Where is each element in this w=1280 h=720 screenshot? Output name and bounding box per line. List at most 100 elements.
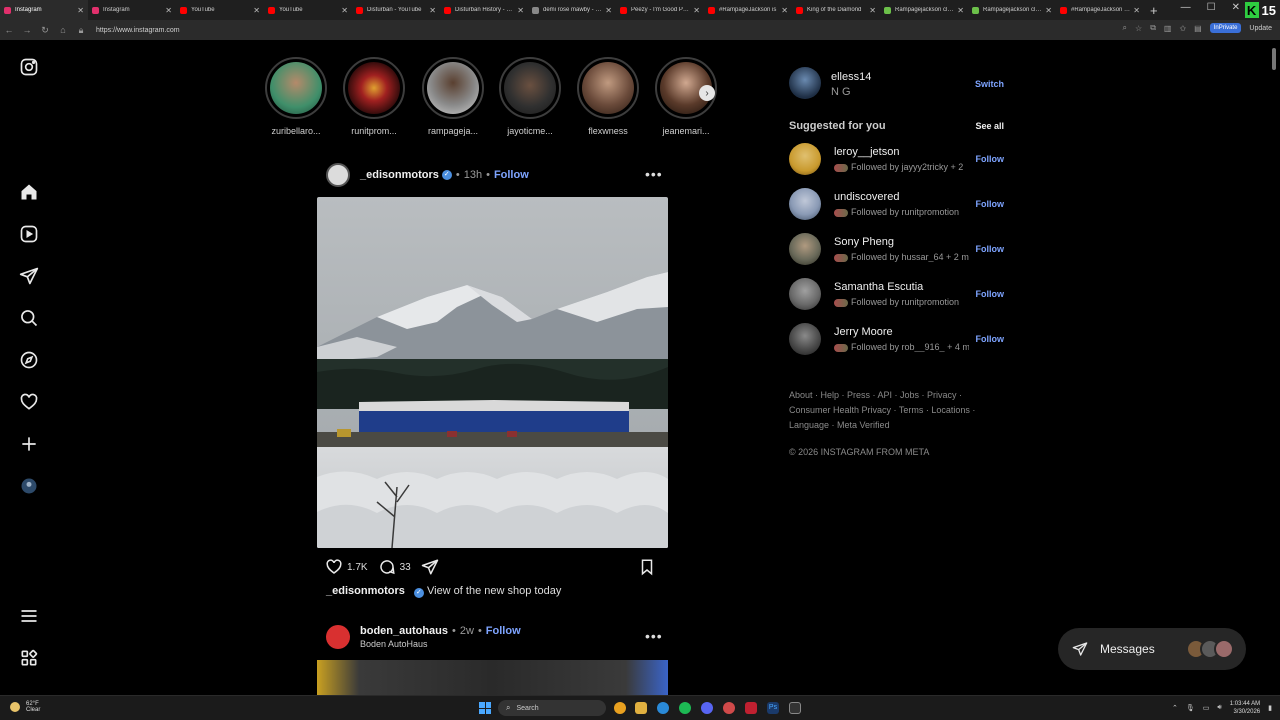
follow-button[interactable]: Follow [494, 169, 529, 181]
post-image[interactable] [317, 660, 668, 695]
minimize-icon[interactable]: — [1181, 2, 1191, 13]
browser-tab[interactable]: Rampagejackson clips ✕ [968, 0, 1056, 20]
spotify-icon[interactable] [679, 702, 691, 714]
post-author-avatar[interactable] [326, 625, 350, 649]
instagram-logo-icon[interactable] [19, 57, 39, 77]
tab-close-icon[interactable]: ✕ [1045, 6, 1052, 15]
suggested-user-avatar[interactable] [789, 323, 821, 355]
tab-close-icon[interactable]: ✕ [341, 6, 348, 15]
discord-icon[interactable] [701, 702, 713, 714]
microphone-icon[interactable]: 🎙︎ [1186, 704, 1195, 712]
explore-compass-icon[interactable] [19, 350, 39, 370]
chrome-icon[interactable] [614, 702, 626, 714]
post-more-options-icon[interactable]: ••• [645, 166, 663, 182]
network-icon[interactable]: ▭ [1203, 704, 1210, 712]
tab-close-icon[interactable]: ✕ [253, 6, 260, 15]
favorite-star-icon[interactable]: ☆ [1135, 24, 1142, 33]
home-nav-icon[interactable] [19, 182, 39, 202]
see-all-button[interactable]: See all [975, 121, 1004, 131]
suggested-username[interactable]: Jerry Moore [834, 326, 893, 338]
messages-button[interactable]: Messages [1058, 628, 1246, 670]
reels-icon[interactable] [19, 224, 39, 244]
save-bookmark-icon[interactable] [638, 558, 660, 579]
tab-close-icon[interactable]: ✕ [781, 6, 788, 15]
browser-tab[interactable]: Instagram ✕ [0, 0, 88, 20]
follow-button[interactable]: Follow [976, 334, 1005, 344]
back-icon[interactable]: ← [0, 25, 18, 35]
browser-tab[interactable]: #RampageJackson Me ✕ [1056, 0, 1144, 20]
notifications-icon[interactable]: ▮ [1268, 704, 1272, 712]
browser-tab[interactable]: Disturban History - YouTube✕ [440, 0, 528, 20]
tab-close-icon[interactable]: ✕ [77, 6, 84, 15]
suggested-user-avatar[interactable] [789, 143, 821, 175]
suggested-username[interactable]: undiscovered [834, 191, 899, 203]
like-button[interactable]: 1.7K [325, 558, 368, 576]
collections-icon[interactable]: ▤ [1194, 24, 1202, 33]
system-clock[interactable]: 1:03:44 AM 3/30/2026 [1230, 700, 1260, 716]
tab-close-icon[interactable]: ✕ [517, 6, 524, 15]
tab-close-icon[interactable]: ✕ [869, 6, 876, 15]
story-item[interactable]: runitprom... [341, 57, 407, 136]
switch-account-button[interactable]: Switch [975, 79, 1004, 89]
browser-tab[interactable]: YouTube ✕ [264, 0, 352, 20]
browser-tab[interactable]: Instagram ✕ [88, 0, 176, 20]
close-window-icon[interactable]: ✕ [1232, 2, 1240, 13]
file-explorer-icon[interactable] [635, 702, 647, 714]
follow-button[interactable]: Follow [976, 199, 1005, 209]
page-scrollbar[interactable] [1272, 48, 1276, 70]
browser-tab[interactable]: YouTube ✕ [176, 0, 264, 20]
forward-icon[interactable]: → [18, 25, 36, 35]
volume-icon[interactable]: 🔊︎ [1217, 704, 1221, 712]
tray-chevron-icon[interactable]: ⌃ [1172, 704, 1178, 712]
edge-icon[interactable] [657, 702, 669, 714]
zoom-icon[interactable]: ⌕ [1123, 23, 1127, 33]
browser-tab[interactable]: Peezy - I'm Good Pt. 3 ✕ [616, 0, 704, 20]
follow-button[interactable]: Follow [976, 154, 1005, 164]
tab-close-icon[interactable]: ✕ [693, 6, 700, 15]
windows-start-icon[interactable] [479, 702, 491, 714]
follow-button[interactable]: Follow [486, 625, 521, 637]
extensions-icon[interactable]: ⧉ [1150, 23, 1156, 33]
footer-links[interactable]: About · Help · Press · API · Jobs · Priv… [789, 388, 979, 433]
follow-button[interactable]: Follow [976, 244, 1005, 254]
browser-tab[interactable]: Rampagejackson clips ✕ [880, 0, 968, 20]
comment-button[interactable]: 33 [378, 558, 411, 576]
taskbar-search-input[interactable]: ⌕ Search [498, 700, 606, 716]
split-screen-icon[interactable]: ▥ [1164, 24, 1172, 33]
current-user-username[interactable]: elless14 [831, 71, 871, 83]
suggested-username[interactable]: leroy__jetson [834, 146, 899, 158]
adobe-icon[interactable] [745, 702, 757, 714]
new-tab-button[interactable]: + [1150, 3, 1158, 18]
inprivate-badge[interactable]: InPrivate [1209, 23, 1242, 33]
browser-tab[interactable]: demi rose mawby - Google✕ [528, 0, 616, 20]
tab-close-icon[interactable]: ✕ [1133, 6, 1140, 15]
browser-tab[interactable]: King of the Diamond ✕ [792, 0, 880, 20]
post-author-avatar[interactable] [326, 163, 350, 187]
post-image[interactable] [317, 197, 668, 548]
tab-close-icon[interactable]: ✕ [429, 6, 436, 15]
tab-close-icon[interactable]: ✕ [165, 6, 172, 15]
browser-tab[interactable]: #RampageJackson is ✕ [704, 0, 792, 20]
favorites-icon[interactable]: ✩ [1179, 24, 1186, 33]
share-button[interactable] [421, 558, 443, 576]
current-user-avatar[interactable] [789, 67, 821, 99]
maximize-icon[interactable]: ☐ [1207, 2, 1216, 13]
story-item[interactable]: flexwness [575, 57, 641, 136]
search-icon[interactable] [19, 308, 39, 328]
follow-button[interactable]: Follow [976, 289, 1005, 299]
profile-avatar[interactable] [19, 476, 39, 496]
suggested-user-avatar[interactable] [789, 188, 821, 220]
menu-hamburger-icon[interactable] [19, 606, 39, 626]
home-icon[interactable]: ⌂ [54, 25, 72, 35]
update-button[interactable]: Update [1249, 25, 1272, 32]
story-item[interactable]: jayoticme... [497, 57, 563, 136]
refresh-icon[interactable]: ↻ [36, 25, 54, 36]
post-author-username[interactable]: _edisonmotors [360, 169, 439, 181]
weather-widget[interactable]: 62°F Clear [10, 701, 40, 713]
app-icon[interactable] [723, 702, 735, 714]
post-more-options-icon[interactable]: ••• [645, 628, 663, 644]
tab-close-icon[interactable]: ✕ [605, 6, 612, 15]
photoshop-icon[interactable]: Ps [767, 702, 779, 714]
create-plus-icon[interactable] [19, 434, 39, 454]
tab-close-icon[interactable]: ✕ [957, 6, 964, 15]
